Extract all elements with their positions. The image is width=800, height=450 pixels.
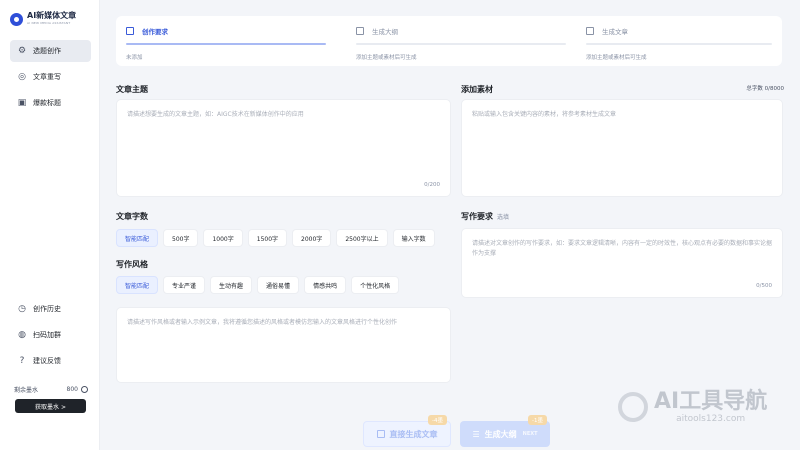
wordcount-option-smart[interactable]: 智能匹配 xyxy=(116,229,159,247)
app-subtitle: AI NEW MEDIA ASSISTANT xyxy=(27,21,71,25)
wordcount-option-500[interactable]: 500字 xyxy=(163,229,199,247)
nav-label: 创作历史 xyxy=(33,305,61,313)
nav-label: 建议反馈 xyxy=(33,357,61,365)
list-icon: ☰ xyxy=(472,429,480,439)
material-input[interactable]: 粘贴或输入包含关键内容的素材，将参考素材生成文章 xyxy=(461,99,783,197)
ink-balance: 剩余墨水 800 xyxy=(14,385,88,394)
sliders-icon: ⚙ xyxy=(17,46,27,56)
app-name: AI新媒体文章 xyxy=(27,11,77,20)
document-icon xyxy=(126,27,134,35)
material-word-total: 总字数 0/8000 xyxy=(746,86,784,92)
clock-icon: ◷ xyxy=(18,304,26,314)
nav-label: 文章重写 xyxy=(33,73,61,81)
nav-item-history[interactable]: ◷ 创作历史 xyxy=(10,298,91,320)
requirements-char-count: 0/500 xyxy=(756,283,772,289)
style-options: 智能匹配 专业严谨 生动有趣 通俗易懂 情感共鸣 个性化风格 xyxy=(116,276,400,294)
nav-label: 爆款标题 xyxy=(33,99,61,107)
primary-nav: ⚙ 选题创作 ◎ 文章重写 ▣ 爆款标题 xyxy=(10,40,91,118)
wordcount-option-2500plus[interactable]: 2500字以上 xyxy=(336,229,388,247)
nav-item-join-group[interactable]: ◍ 扫码加群 xyxy=(10,324,91,346)
get-ink-button[interactable]: 获取墨水 > xyxy=(15,399,86,413)
style-input[interactable]: 请描述写作风格或者输入示例文章，我将遵循您描述的风格或者模仿您输入的文章风格进行… xyxy=(116,307,451,383)
nav-item-rewrite[interactable]: ◎ 文章重写 xyxy=(10,66,91,88)
topic-char-count: 0/200 xyxy=(424,182,440,188)
topic-heading: 文章主题 xyxy=(116,85,148,94)
step-desc: 添加主题或素材后可生成 xyxy=(586,55,647,61)
wordcount-option-1500[interactable]: 1500字 xyxy=(247,229,288,247)
watermark-url: aitools123.com xyxy=(676,414,746,424)
topic-placeholder: 请描述想要生成的文章主题，如：AIGC技术在新媒体创作中的应用 xyxy=(127,111,304,118)
step-article[interactable]: 生成文章 添加主题或素材后可生成 xyxy=(586,16,772,66)
article-icon xyxy=(586,27,594,35)
nav-label: 扫码加群 xyxy=(33,331,61,339)
style-option-smart[interactable]: 智能匹配 xyxy=(116,276,159,294)
optional-tag: 选填 xyxy=(497,214,510,221)
document-icon xyxy=(376,430,385,438)
requirements-heading: 写作要求 选填 xyxy=(461,212,510,221)
wordcount-options: 智能匹配 500字 1000字 1500字 2000字 2500字以上 输入字数 xyxy=(116,229,435,247)
step-title: 创作要求 xyxy=(142,28,168,36)
step-desc: 添加主题或素材后可生成 xyxy=(356,55,417,61)
wordcount-custom-input[interactable]: 输入字数 xyxy=(392,229,435,247)
wordcount-option-2000[interactable]: 2000字 xyxy=(292,229,332,247)
style-placeholder: 请描述写作风格或者输入示例文章，我将遵循您描述的风格或者模仿您输入的文章风格进行… xyxy=(127,319,398,326)
wordcount-option-1000[interactable]: 1000字 xyxy=(203,229,243,247)
step-progress-bar xyxy=(126,43,326,45)
requirements-placeholder: 请描述对文章创作的写作要求，如：要求文章逻辑清晰，内容有一定的时效性，核心观点有… xyxy=(472,240,773,257)
outline-icon xyxy=(356,27,364,35)
material-placeholder: 粘贴或输入包含关键内容的素材，将参考素材生成文章 xyxy=(472,111,617,118)
step-outline[interactable]: 生成大纲 添加主题或素材后可生成 xyxy=(356,16,566,66)
style-option-custom[interactable]: 个性化风格 xyxy=(351,276,400,294)
style-option-lively[interactable]: 生动有趣 xyxy=(210,276,253,294)
rewrite-icon: ◎ xyxy=(18,72,26,82)
nav-label: 选题创作 xyxy=(33,47,61,55)
ink-value: 800 xyxy=(66,386,78,393)
step-title: 生成文章 xyxy=(602,28,628,36)
outline-cost-badge: -1墨 xyxy=(528,415,547,425)
help-icon: ? xyxy=(19,356,25,366)
progress-steps: 创作要求 未添加 生成大纲 添加主题或素材后可生成 生成文章 添加主题或素材后可… xyxy=(116,16,782,66)
watermark-logo-icon xyxy=(618,392,648,422)
style-heading: 写作风格 xyxy=(116,260,148,269)
app-logo[interactable]: AI新媒体文章 AI NEW MEDIA ASSISTANT xyxy=(10,12,76,26)
sidebar: AI新媒体文章 AI NEW MEDIA ASSISTANT ⚙ 选题创作 ◎ … xyxy=(0,0,100,450)
step-requirements[interactable]: 创作要求 未添加 xyxy=(126,16,326,66)
title-icon: ▣ xyxy=(17,98,27,108)
step-desc: 未添加 xyxy=(126,55,143,61)
ink-label: 剩余墨水 xyxy=(14,387,39,394)
requirements-input[interactable]: 请描述对文章创作的写作要求，如：要求文章逻辑清晰，内容有一定的时效性，核心观点有… xyxy=(461,228,783,298)
nav-item-topic-creation[interactable]: ⚙ 选题创作 xyxy=(10,40,91,62)
next-hint: NEXT xyxy=(522,431,538,437)
secondary-nav: ◷ 创作历史 ◍ 扫码加群 ? 建议反馈 xyxy=(10,298,91,376)
wordcount-heading: 文章字数 xyxy=(116,212,148,221)
style-option-plain[interactable]: 通俗易懂 xyxy=(257,276,300,294)
step-progress-bar xyxy=(586,43,772,45)
material-heading: 添加素材 xyxy=(461,85,493,94)
step-title: 生成大纲 xyxy=(372,28,398,36)
watermark: AI工具导航 aitools123.com xyxy=(618,390,767,424)
nav-item-viral-title[interactable]: ▣ 爆款标题 xyxy=(10,92,91,114)
style-option-professional[interactable]: 专业严谨 xyxy=(163,276,206,294)
nav-item-feedback[interactable]: ? 建议反馈 xyxy=(10,350,91,372)
watermark-title: AI工具导航 xyxy=(654,389,768,414)
location-pin-icon[interactable] xyxy=(81,386,88,393)
style-option-emotional[interactable]: 情感共鸣 xyxy=(304,276,347,294)
logo-icon xyxy=(10,13,23,26)
topic-input[interactable]: 请描述想要生成的文章主题，如：AIGC技术在新媒体创作中的应用 0/200 xyxy=(116,99,451,197)
qr-icon: ◍ xyxy=(18,330,26,340)
direct-cost-badge: -4墨 xyxy=(428,415,447,425)
step-progress-bar xyxy=(356,43,566,45)
